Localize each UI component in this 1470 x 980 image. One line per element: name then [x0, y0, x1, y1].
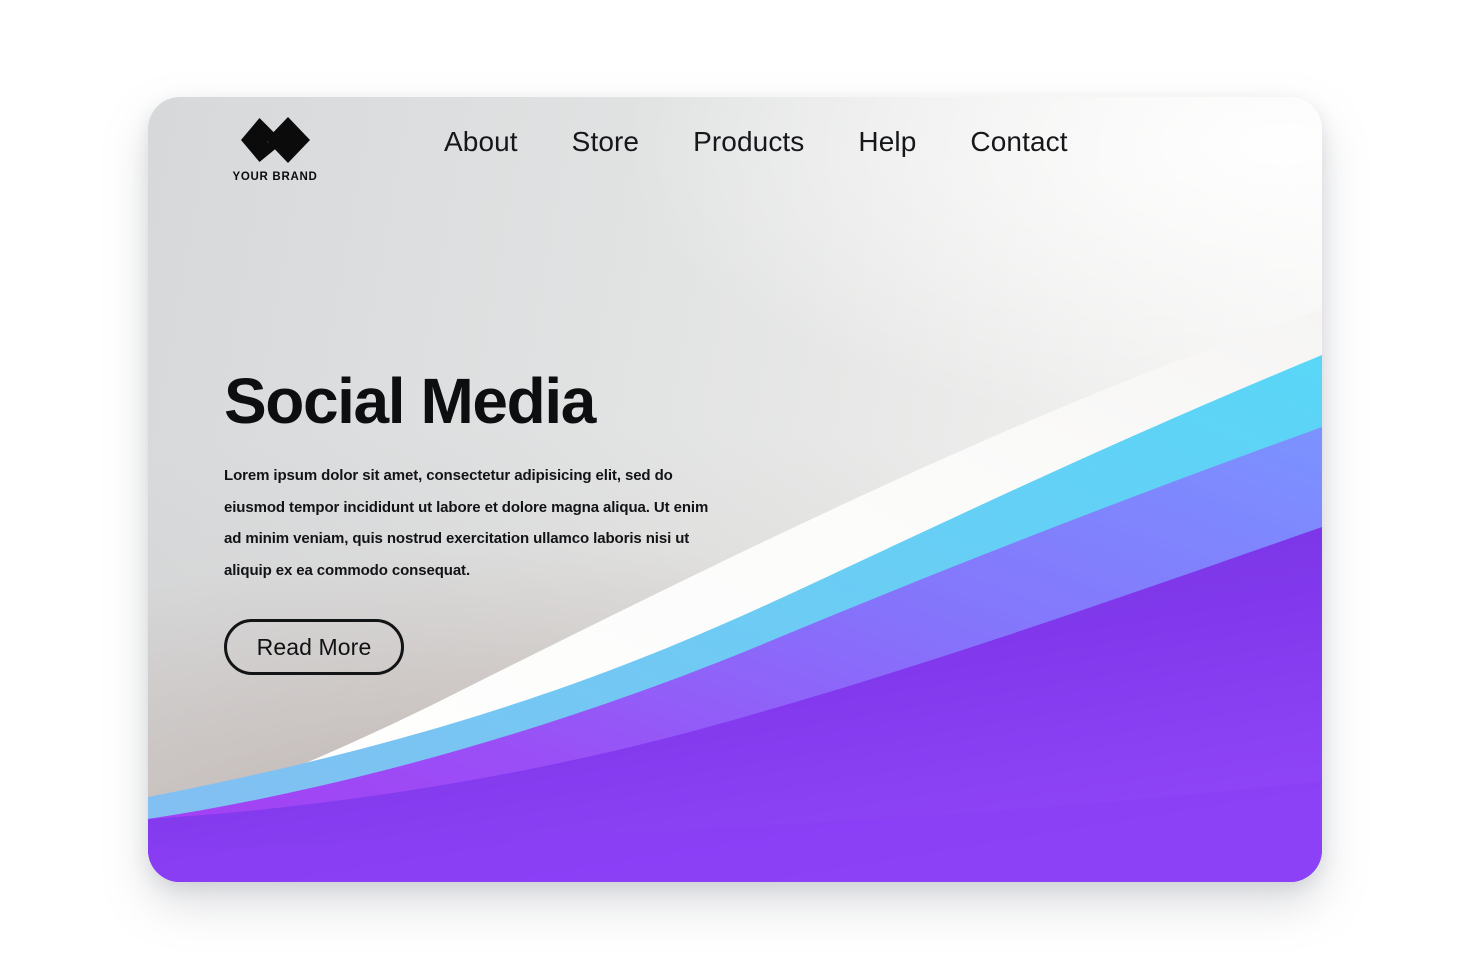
page-root: YOUR BRAND About Store Products Help Con…: [0, 0, 1470, 980]
brand-logo[interactable]: YOUR BRAND: [200, 114, 350, 183]
nav-item-about[interactable]: About: [444, 126, 518, 158]
nav-item-products[interactable]: Products: [693, 126, 804, 158]
main-navigation: About Store Products Help Contact: [444, 126, 1068, 158]
double-diamond-icon: [241, 117, 310, 163]
hero-paragraph: Lorem ipsum dolor sit amet, consectetur …: [224, 467, 709, 579]
nav-item-store[interactable]: Store: [572, 126, 639, 158]
read-more-button[interactable]: Read More: [224, 619, 404, 675]
site-header: YOUR BRAND About Store Products Help Con…: [148, 97, 1322, 215]
hero-section: Social Media Lorem ipsum dolor sit amet,…: [224, 369, 784, 675]
landing-card: YOUR BRAND About Store Products Help Con…: [148, 97, 1322, 882]
brand-name-label: YOUR BRAND: [232, 171, 318, 183]
hero-title: Social Media: [224, 365, 596, 437]
nav-item-contact[interactable]: Contact: [970, 126, 1067, 158]
nav-item-help[interactable]: Help: [858, 126, 916, 158]
